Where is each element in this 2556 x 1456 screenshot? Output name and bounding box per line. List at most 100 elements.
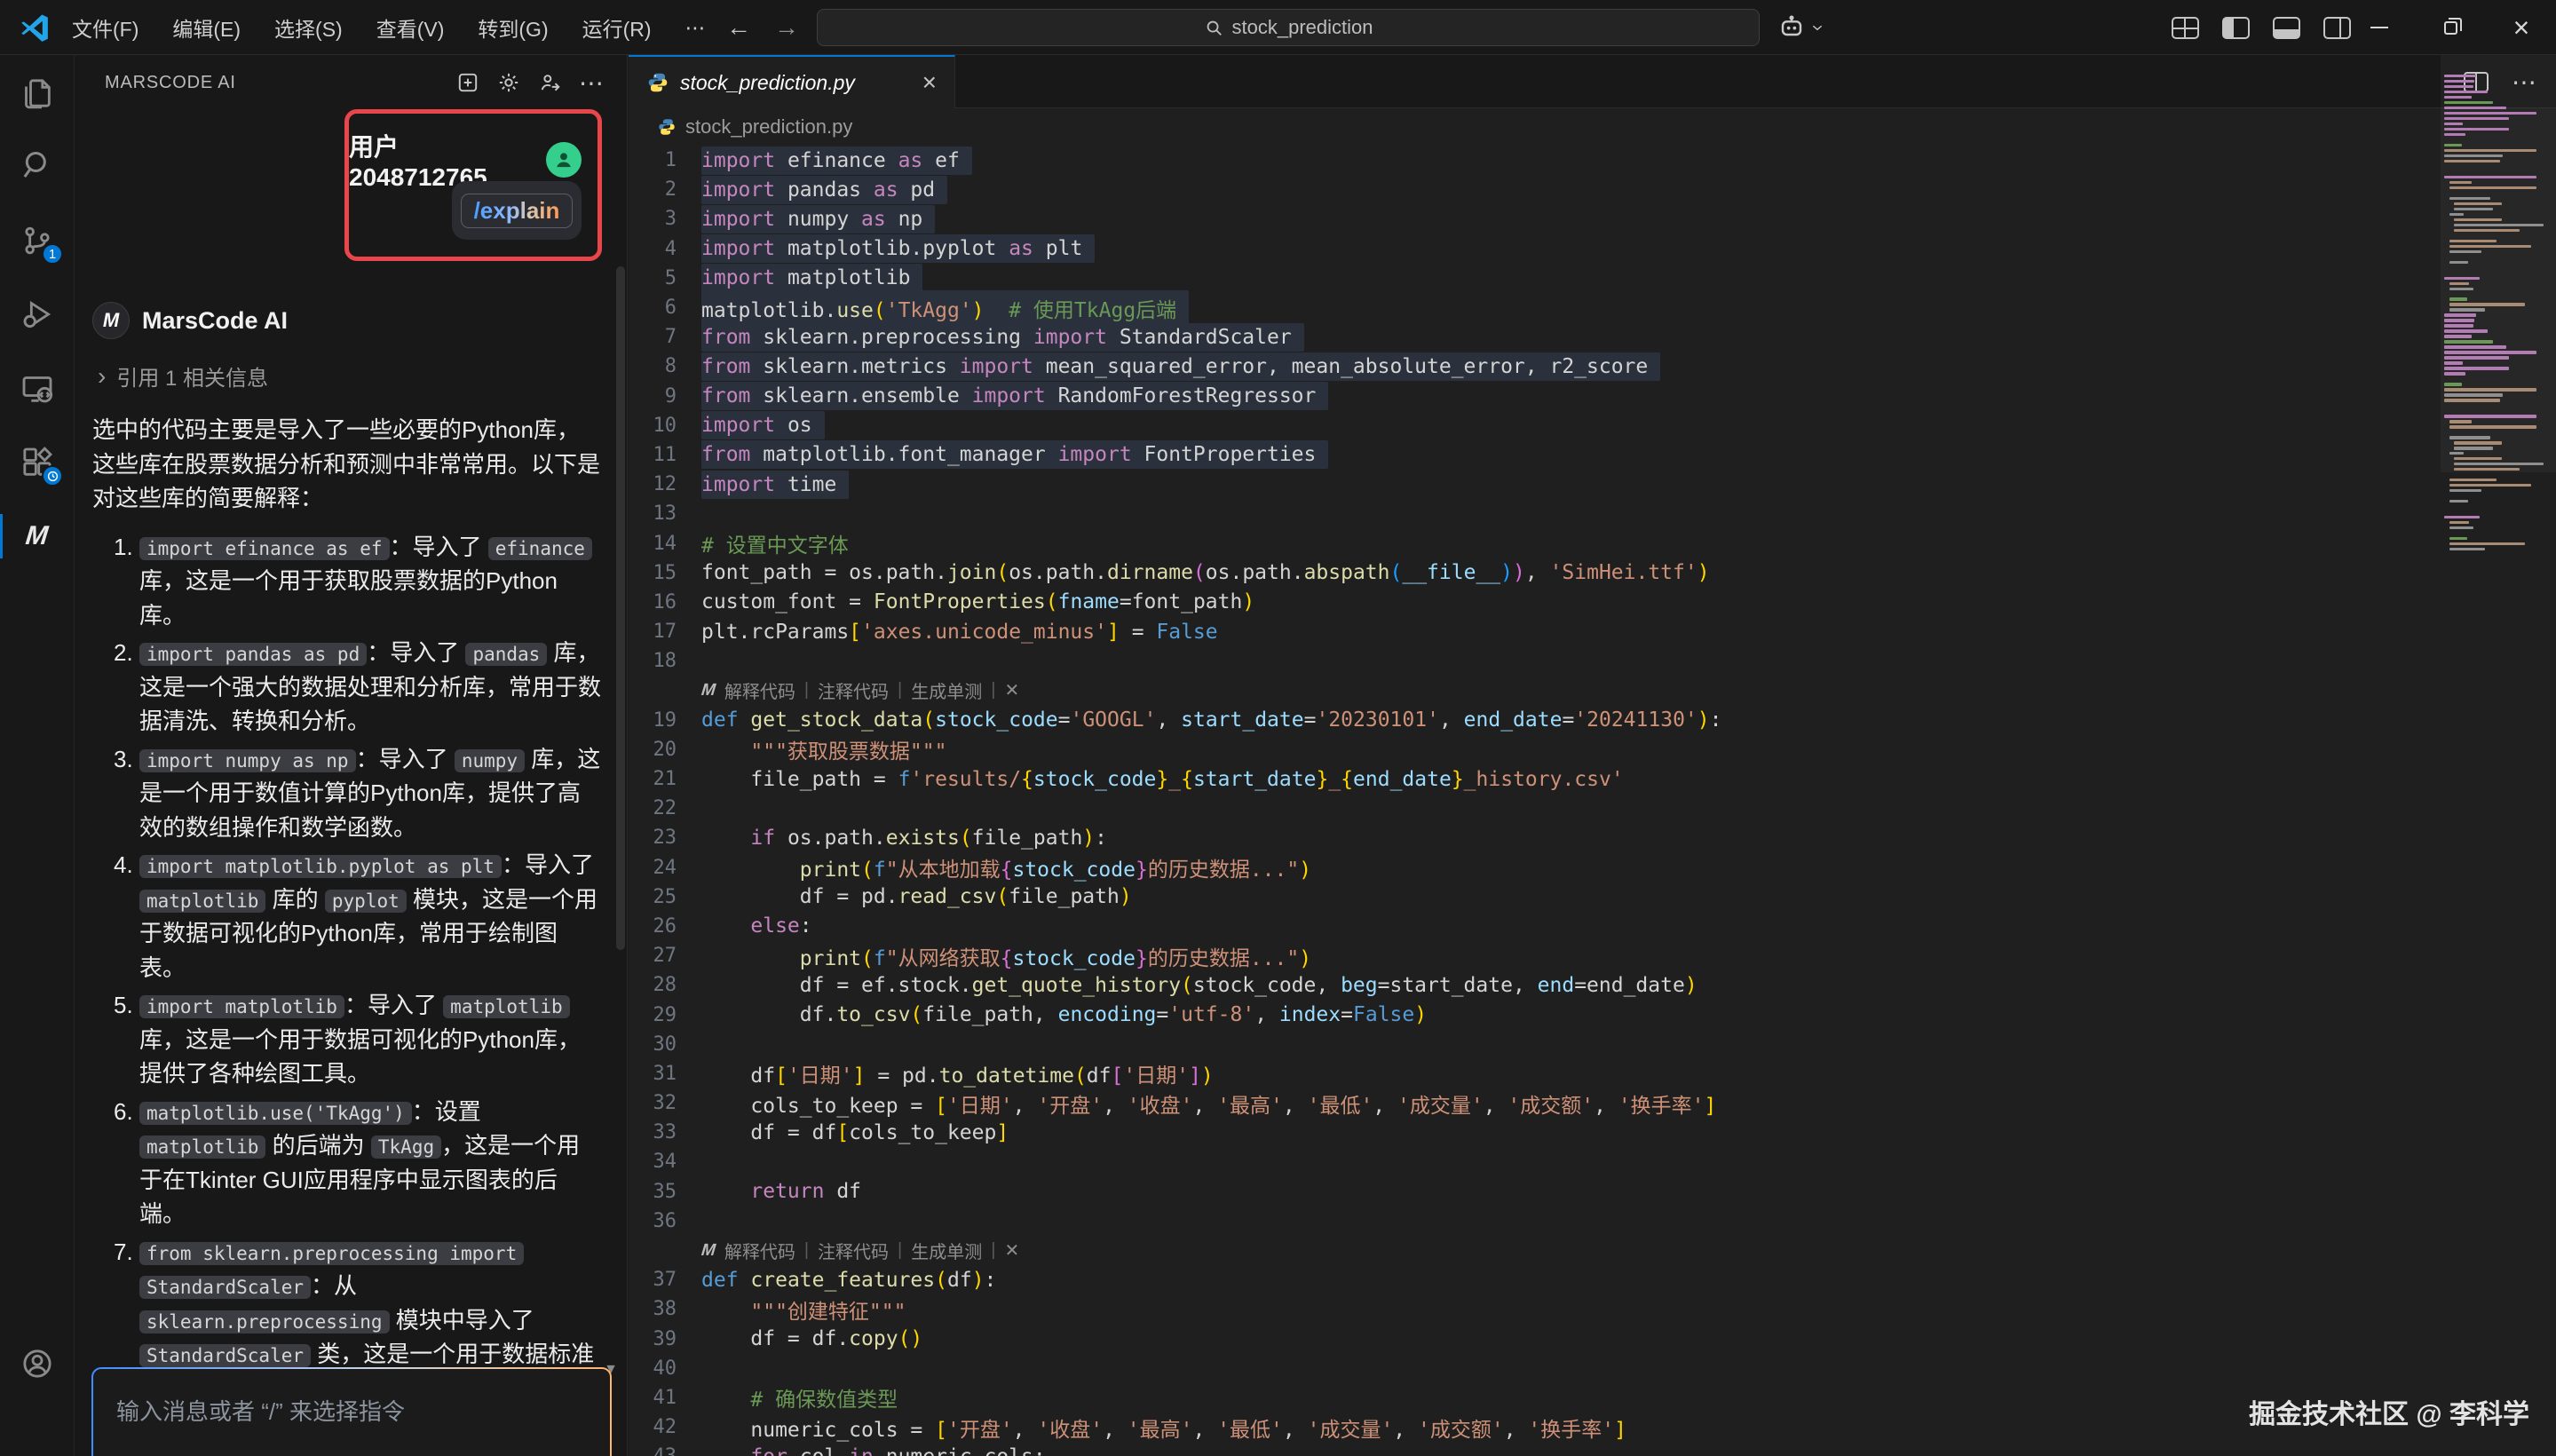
minimap-line — [2444, 101, 2493, 104]
code-line-text: cols_to_keep = ['日期', '开盘', '收盘', '最高', … — [701, 1088, 1716, 1119]
menu-item[interactable]: 文件(F) — [57, 6, 154, 49]
ai-assistant-menu[interactable] — [1777, 0, 1824, 55]
minimap-line — [2444, 117, 2509, 120]
minimap-line — [2444, 91, 2488, 93]
assistant-name: MarsCode AI — [142, 307, 288, 335]
tab-stock-prediction[interactable]: stock_prediction.py × — [629, 55, 955, 108]
explain-command-chip[interactable]: /explain — [461, 194, 574, 228]
code-line-text: df = df.copy() — [701, 1327, 922, 1350]
code-line: 35 return df — [629, 1177, 2441, 1207]
codelens-unittest[interactable]: 生成单测 — [911, 677, 982, 703]
code-line: 4import matplotlib.pyplot as plt — [629, 234, 2441, 264]
code-line-text: import efinance as ef — [701, 146, 972, 175]
restore-button[interactable] — [2415, 0, 2486, 55]
breadcrumb[interactable]: stock_prediction.py — [629, 108, 2556, 146]
code-line-text: font_path = os.path.join(os.path.dirname… — [701, 561, 1710, 584]
line-number: 4 — [629, 238, 700, 260]
code-line-text: df = df[cols_to_keep] — [701, 1121, 1009, 1144]
line-number: 11 — [629, 444, 700, 466]
sidebar-scrollbar[interactable] — [616, 266, 625, 950]
code-line: 34 — [629, 1147, 2441, 1176]
code-line-text: df['日期'] = pd.to_datetime(df['日期']) — [701, 1058, 1214, 1088]
codelens-close[interactable]: ✕ — [1004, 1239, 1019, 1262]
remote-explorer-icon[interactable] — [0, 360, 74, 418]
run-debug-icon[interactable] — [0, 285, 74, 344]
more-actions-icon[interactable]: ⋯ — [579, 68, 605, 98]
codelens-close[interactable]: ✕ — [1004, 679, 1019, 701]
inline-code-chip: import matplotlib.pyplot as plt — [139, 855, 502, 878]
toggle-panel-icon[interactable] — [2273, 17, 2300, 39]
source-control-icon[interactable]: 1 — [0, 211, 74, 270]
minimap-line — [2444, 75, 2476, 77]
settings-gear-icon[interactable] — [497, 71, 520, 94]
line-number: 2 — [629, 178, 700, 201]
code-content[interactable]: 1import efinance as ef2import pandas as … — [629, 146, 2441, 1456]
codelens-explain[interactable]: 解释代码 — [724, 677, 795, 703]
line-number: 28 — [629, 974, 700, 996]
line-number: 42 — [629, 1416, 700, 1438]
codelens-comment[interactable]: 注释代码 — [818, 677, 889, 703]
line-number: 3 — [629, 208, 700, 230]
minimap-line — [2444, 345, 2506, 348]
separator: | — [898, 680, 902, 700]
minimap-line — [2454, 202, 2502, 205]
code-line: 38 """创建特征""" — [629, 1294, 2441, 1324]
customize-layout-icon[interactable] — [2172, 17, 2199, 39]
marscode-ai-icon[interactable]: M — [0, 507, 74, 566]
minimap-line — [2444, 85, 2473, 88]
code-line-text: from sklearn.ensemble import RandomFores… — [701, 382, 1328, 410]
minimap-line — [2449, 186, 2537, 189]
menu-item[interactable]: 运行(R) — [567, 6, 667, 49]
minimap-line — [2444, 256, 2544, 261]
python-file-icon — [646, 71, 669, 94]
code-line-text: if os.path.exists(file_path): — [701, 827, 1107, 850]
separator: | — [991, 1240, 995, 1261]
code-line-text: # 确保数值类型 — [701, 1382, 898, 1412]
new-chat-icon[interactable] — [456, 71, 479, 94]
minimap-line — [2449, 181, 2472, 184]
codelens-unittest[interactable]: 生成单测 — [911, 1238, 982, 1263]
toggle-sidebar-icon[interactable] — [2222, 17, 2250, 39]
marscode-logo-icon: M — [92, 302, 130, 339]
chat-input-box[interactable]: 输入消息或者 “/” 来选择指令 # — [91, 1367, 612, 1456]
minimap-line — [2454, 463, 2544, 465]
line-number: 31 — [629, 1063, 700, 1085]
account-icon[interactable] — [0, 1334, 74, 1393]
share-profile-icon[interactable] — [538, 71, 561, 94]
inline-code-chip: pandas — [465, 643, 547, 666]
tab-close-icon[interactable]: × — [922, 68, 937, 97]
menu-item[interactable]: 编辑(E) — [157, 6, 256, 49]
extensions-icon[interactable] — [0, 433, 74, 492]
explorer-icon[interactable] — [0, 64, 74, 123]
codelens-comment[interactable]: 注释代码 — [818, 1238, 889, 1263]
inline-code-chip: sklearn.preprocessing — [139, 1310, 390, 1333]
inline-code-chip: matplotlib — [443, 995, 569, 1018]
list-item-number: 5. — [114, 988, 133, 1023]
minimap-line — [2444, 399, 2500, 401]
code-line-text: from sklearn.metrics import mean_squared… — [701, 352, 1660, 381]
minimap-line — [2444, 415, 2536, 417]
menu-item[interactable]: 转到(G) — [463, 6, 563, 49]
forward-arrow-icon[interactable]: → — [774, 13, 799, 42]
minimize-button[interactable] — [2344, 0, 2415, 55]
menu-item[interactable]: 查看(V) — [361, 6, 460, 49]
code-line: 3import numpy as np — [629, 204, 2441, 233]
search-sidebar-icon[interactable] — [0, 135, 74, 194]
close-button[interactable]: × — [2486, 0, 2556, 55]
titlebar: 文件(F)编辑(E)选择(S)查看(V)转到(G)运行(R)⋯ ← → stoc… — [0, 0, 2556, 55]
code-line: 12import time — [629, 470, 2441, 499]
command-center-search[interactable]: stock_prediction — [817, 9, 1760, 46]
assistant-explanation-list: 1.import efinance as ef：导入了 efinance 库，这… — [92, 530, 602, 1456]
menu-item[interactable]: 选择(S) — [259, 6, 358, 49]
inline-code-chip: import efinance as ef — [139, 537, 390, 560]
code-line-text: import os — [701, 411, 825, 439]
back-arrow-icon[interactable]: ← — [726, 13, 751, 42]
minimap-line — [2444, 80, 2474, 83]
minimap[interactable] — [2444, 75, 2544, 553]
explanation-list-item: 4.import matplotlib.pyplot as plt：导入了 ma… — [92, 848, 602, 985]
code-line: 9from sklearn.ensemble import RandomFore… — [629, 382, 2441, 411]
menu-item[interactable]: ⋯ — [670, 10, 721, 46]
citation-toggle[interactable]: › 引用 1 相关信息 — [92, 360, 602, 392]
codelens-explain[interactable]: 解释代码 — [724, 1238, 795, 1263]
minimap-line — [2444, 340, 2493, 343]
